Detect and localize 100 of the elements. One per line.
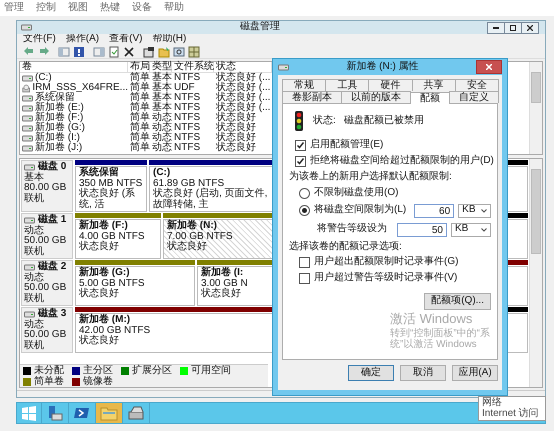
- menu-item[interactable]: 控制: [36, 2, 56, 14]
- limit-field[interactable]: 60: [414, 204, 454, 218]
- table-cell: NTFS: [174, 93, 200, 103]
- menu-item[interactable]: 设备: [132, 2, 152, 14]
- tab[interactable]: 共享: [412, 79, 456, 91]
- volume-name[interactable]: 新加卷 (G:): [35, 123, 85, 133]
- tab[interactable]: 安全: [454, 79, 500, 91]
- column-header[interactable]: 文件系统: [172, 62, 214, 73]
- tab[interactable]: 以前的版本: [341, 91, 411, 103]
- restore-button[interactable]: [504, 22, 522, 34]
- tab[interactable]: 配额: [410, 92, 450, 104]
- delete-icon[interactable]: [123, 46, 135, 58]
- radio-label[interactable]: 将磁盘空间限制为(L): [314, 205, 406, 216]
- checkbox[interactable]: [295, 156, 306, 167]
- menu-item[interactable]: 热键: [100, 2, 120, 14]
- tab[interactable]: 卷影副本: [282, 91, 342, 103]
- table-cell: 基本: [152, 73, 172, 83]
- caret-icon: [481, 228, 487, 232]
- table-cell: 动态: [152, 113, 172, 123]
- partition-panel[interactable]: 系统保留 350 MB NTFS 状态良好 (系统, 活: [75, 166, 147, 212]
- table-cell: NTFS: [174, 73, 200, 83]
- menu-item[interactable]: 视图: [68, 2, 88, 14]
- table-cell: NTFS: [174, 113, 200, 123]
- partition-size: 42.00 GB NTFS: [79, 326, 152, 336]
- tab[interactable]: 工具: [325, 79, 370, 91]
- dialog-button[interactable]: 取消: [400, 364, 446, 382]
- table-cell: 简单: [130, 83, 150, 93]
- quota-entries-button[interactable]: 配额项(Q)...: [424, 293, 491, 310]
- panel-icon[interactable]: [58, 46, 70, 58]
- panel-icon[interactable]: [93, 46, 105, 58]
- partition-panel[interactable]: 新加卷 (I: 3.00 GB N 状态良好: [197, 266, 275, 306]
- caret-icon: [481, 208, 487, 212]
- checkbox[interactable]: [299, 257, 310, 268]
- radio-button[interactable]: [299, 188, 310, 198]
- partition-panel[interactable]: (C:) 61.89 GB NTFS 状态良好 (启动, 页面文件, 故障转储, 主: [149, 166, 275, 212]
- volume-name[interactable]: 新加卷 (I:): [35, 133, 80, 143]
- partition-panel[interactable]: 新加卷 (G:) 5.00 GB NTFS 状态良好: [75, 266, 195, 306]
- table-cell: NTFS: [174, 103, 200, 113]
- disk-name: 磁盘 2: [38, 262, 66, 272]
- checkbox-label[interactable]: 拒绝将磁盘空间给超过配额限制的用户(D): [310, 156, 494, 167]
- unit-dropdown[interactable]: KB: [451, 222, 491, 236]
- partition-name: 新加卷 (M:): [79, 315, 132, 326]
- checkbox[interactable]: [299, 273, 310, 284]
- column-header[interactable]: 类型: [150, 62, 172, 73]
- disk-size: 50.00 GB: [24, 236, 68, 246]
- partition-size: 61.89 GB NTFS: [153, 178, 224, 188]
- table-cell: 动态: [152, 133, 172, 143]
- disk-size: 80.00 GB: [24, 183, 68, 193]
- scrollbar[interactable]: [529, 159, 542, 387]
- checkbox[interactable]: [295, 140, 306, 151]
- warning-field[interactable]: 50: [397, 222, 447, 236]
- minimize-button[interactable]: [487, 22, 505, 34]
- table-cell: NTFS: [174, 123, 200, 133]
- legend-label: 未分配: [34, 365, 64, 376]
- close-button[interactable]: [521, 22, 539, 34]
- partition-panel[interactable]: 新加卷 (N:) 7.00 GB NTFS 状态良好: [163, 219, 275, 259]
- volume-name[interactable]: 新加卷 (E:): [35, 103, 84, 113]
- partition-status: 状态良好 (系统, 活: [79, 189, 136, 210]
- menu-item[interactable]: 帮助: [164, 2, 184, 14]
- volume-name[interactable]: IRM_SSS_X64FRE...: [32, 83, 128, 93]
- close-button[interactable]: [476, 60, 502, 74]
- partition-panel[interactable]: 新加卷 (M:) 42.00 GB NTFS 状态良好: [75, 313, 273, 353]
- tab[interactable]: 常规: [282, 79, 326, 91]
- checkbox-label[interactable]: 启用配额管理(E): [310, 140, 384, 151]
- checkbox-label[interactable]: 用户超过警告等级时记录事件(V): [314, 273, 458, 284]
- volume-name[interactable]: (C:): [35, 73, 52, 83]
- partition-name: (C:): [153, 168, 172, 178]
- document-icon[interactable]: [108, 46, 120, 58]
- table-cell: 简单: [130, 143, 150, 153]
- unit-dropdown[interactable]: KB: [458, 204, 491, 218]
- table-cell: 简单: [130, 103, 150, 113]
- drive-icon: [22, 114, 33, 122]
- table-cell: 简单: [130, 123, 150, 133]
- partition-size: 7.00 GB NTFS: [167, 232, 234, 242]
- dialog-button[interactable]: 确定: [348, 364, 394, 382]
- volume-name[interactable]: 新加卷 (J:): [35, 143, 82, 153]
- column-header[interactable]: 卷: [20, 62, 128, 73]
- menu-item[interactable]: 管理: [4, 2, 24, 14]
- legend-label: 主分区: [83, 365, 113, 376]
- help-icon[interactable]: [73, 46, 85, 58]
- radio-label[interactable]: 不限制磁盘使用(O): [314, 188, 398, 198]
- partition-panel[interactable]: 新加卷 (F:) 4.00 GB NTFS 状态良好: [75, 219, 161, 259]
- drive-icon: [22, 144, 33, 152]
- volume-name[interactable]: 系统保留: [35, 93, 75, 103]
- tab[interactable]: 自定义: [449, 91, 499, 103]
- tab[interactable]: 硬件: [368, 79, 413, 91]
- dialog-button[interactable]: 应用(A): [452, 364, 498, 382]
- radio-button[interactable]: [299, 205, 310, 216]
- drive-icon: [22, 124, 33, 132]
- volume-name[interactable]: 新加卷 (F:): [35, 113, 84, 123]
- scrollbar[interactable]: [529, 62, 542, 154]
- drive-icon: [22, 134, 33, 142]
- checkbox-label[interactable]: 用户超出配额限制时记录事件(G): [314, 257, 458, 268]
- table-cell: 简单: [130, 113, 150, 123]
- drive-icon: [22, 94, 33, 102]
- grid-icon[interactable]: [188, 46, 200, 58]
- traffic-light-icon: [293, 111, 305, 131]
- server-icon: [46, 404, 64, 422]
- column-header[interactable]: 布局: [128, 62, 150, 73]
- disk-name: 磁盘 1: [38, 215, 66, 225]
